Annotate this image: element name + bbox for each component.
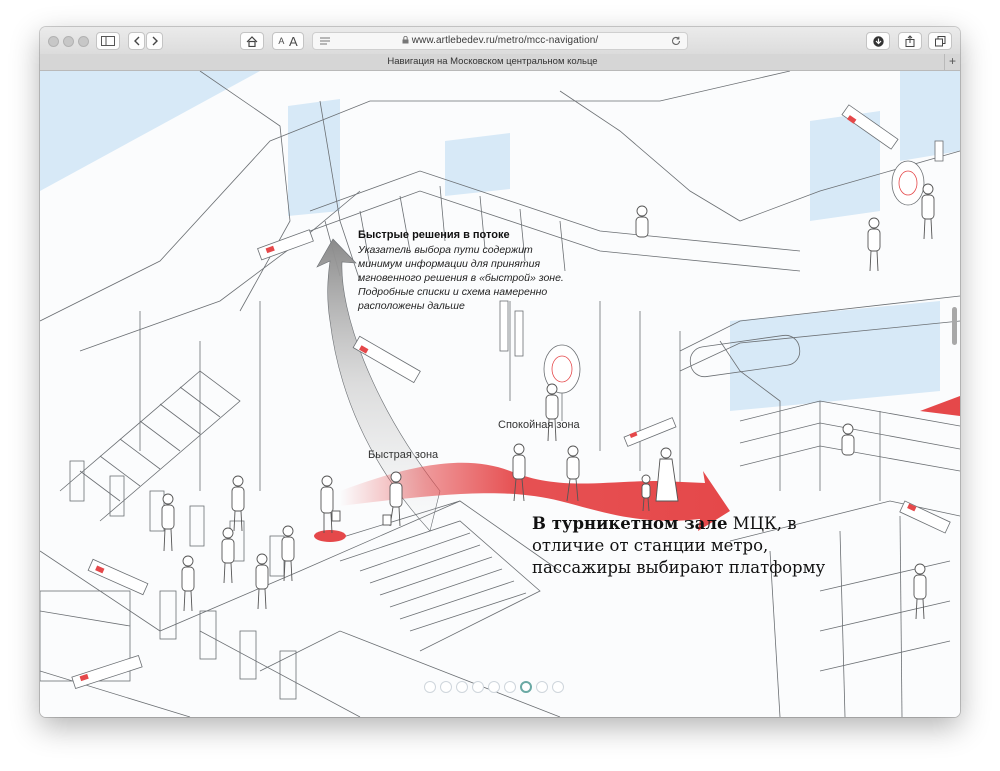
chevron-left-icon (133, 36, 139, 46)
home-button[interactable] (240, 32, 264, 50)
address-bar[interactable]: www.artlebedev.ru/metro/mcc-navigation/ (312, 32, 688, 50)
text-smaller-button[interactable]: A (278, 36, 284, 46)
pager-dot[interactable] (488, 681, 500, 693)
station-illustration (40, 71, 960, 717)
downloads-button[interactable] (866, 32, 890, 50)
slide-caption: В турникетном зале МЦК, в отличие от ста… (532, 513, 872, 579)
lock-icon (402, 35, 409, 44)
url-label: www.artlebedev.ru/metro/mcc-navigation/ (411, 35, 599, 46)
tabs-overview-button[interactable] (928, 32, 952, 50)
scrollbar-thumb[interactable] (952, 307, 957, 345)
home-icon (246, 35, 258, 47)
annotation-body: Указатель выбора пути содержит минимум и… (358, 244, 564, 312)
close-window-button[interactable] (48, 36, 59, 47)
forward-button[interactable] (146, 32, 163, 50)
zoom-window-button[interactable] (78, 36, 89, 47)
fast-zone-label: Быстрая зона (368, 449, 439, 461)
pager-dot[interactable] (472, 681, 484, 693)
download-icon (872, 35, 884, 47)
text-size-control[interactable]: A A (272, 32, 304, 50)
pager-dot[interactable] (520, 681, 532, 693)
text-larger-button[interactable]: A (289, 34, 298, 49)
tab-bar: Навигация на Московском центральном коль… (40, 54, 960, 71)
tab-title[interactable]: Навигация на Московском центральном коль… (40, 56, 945, 67)
browser-toolbar: A A www.artlebedev.ru/metro/mcc-navigati… (40, 27, 960, 55)
minimize-window-button[interactable] (63, 36, 74, 47)
pager-dot[interactable] (504, 681, 516, 693)
new-tab-button[interactable]: + (944, 54, 960, 70)
reload-icon[interactable] (671, 36, 681, 46)
page-content: Быстрые решения в потоке Указатель выбор… (40, 71, 960, 717)
sidebar-icon (101, 36, 115, 46)
pager-dot[interactable] (536, 681, 548, 693)
share-icon (905, 35, 915, 47)
caption-bold: В турникетном зале (532, 514, 728, 533)
url-text[interactable]: www.artlebedev.ru/metro/mcc-navigation/ (313, 35, 687, 46)
calm-zone-label: Спокойная зона (498, 419, 580, 431)
chevron-right-icon (152, 36, 158, 46)
slide-pager (424, 681, 564, 693)
sidebar-toggle-button[interactable] (96, 32, 120, 50)
back-button[interactable] (128, 32, 145, 50)
pager-dot[interactable] (456, 681, 468, 693)
pager-dot[interactable] (440, 681, 452, 693)
pager-dot[interactable] (552, 681, 564, 693)
share-button[interactable] (898, 32, 922, 50)
browser-window: A A www.artlebedev.ru/metro/mcc-navigati… (40, 27, 960, 717)
tabs-icon (934, 35, 945, 46)
pager-dot[interactable] (424, 681, 436, 693)
annotation-title: Быстрые решения в потоке (358, 229, 510, 241)
